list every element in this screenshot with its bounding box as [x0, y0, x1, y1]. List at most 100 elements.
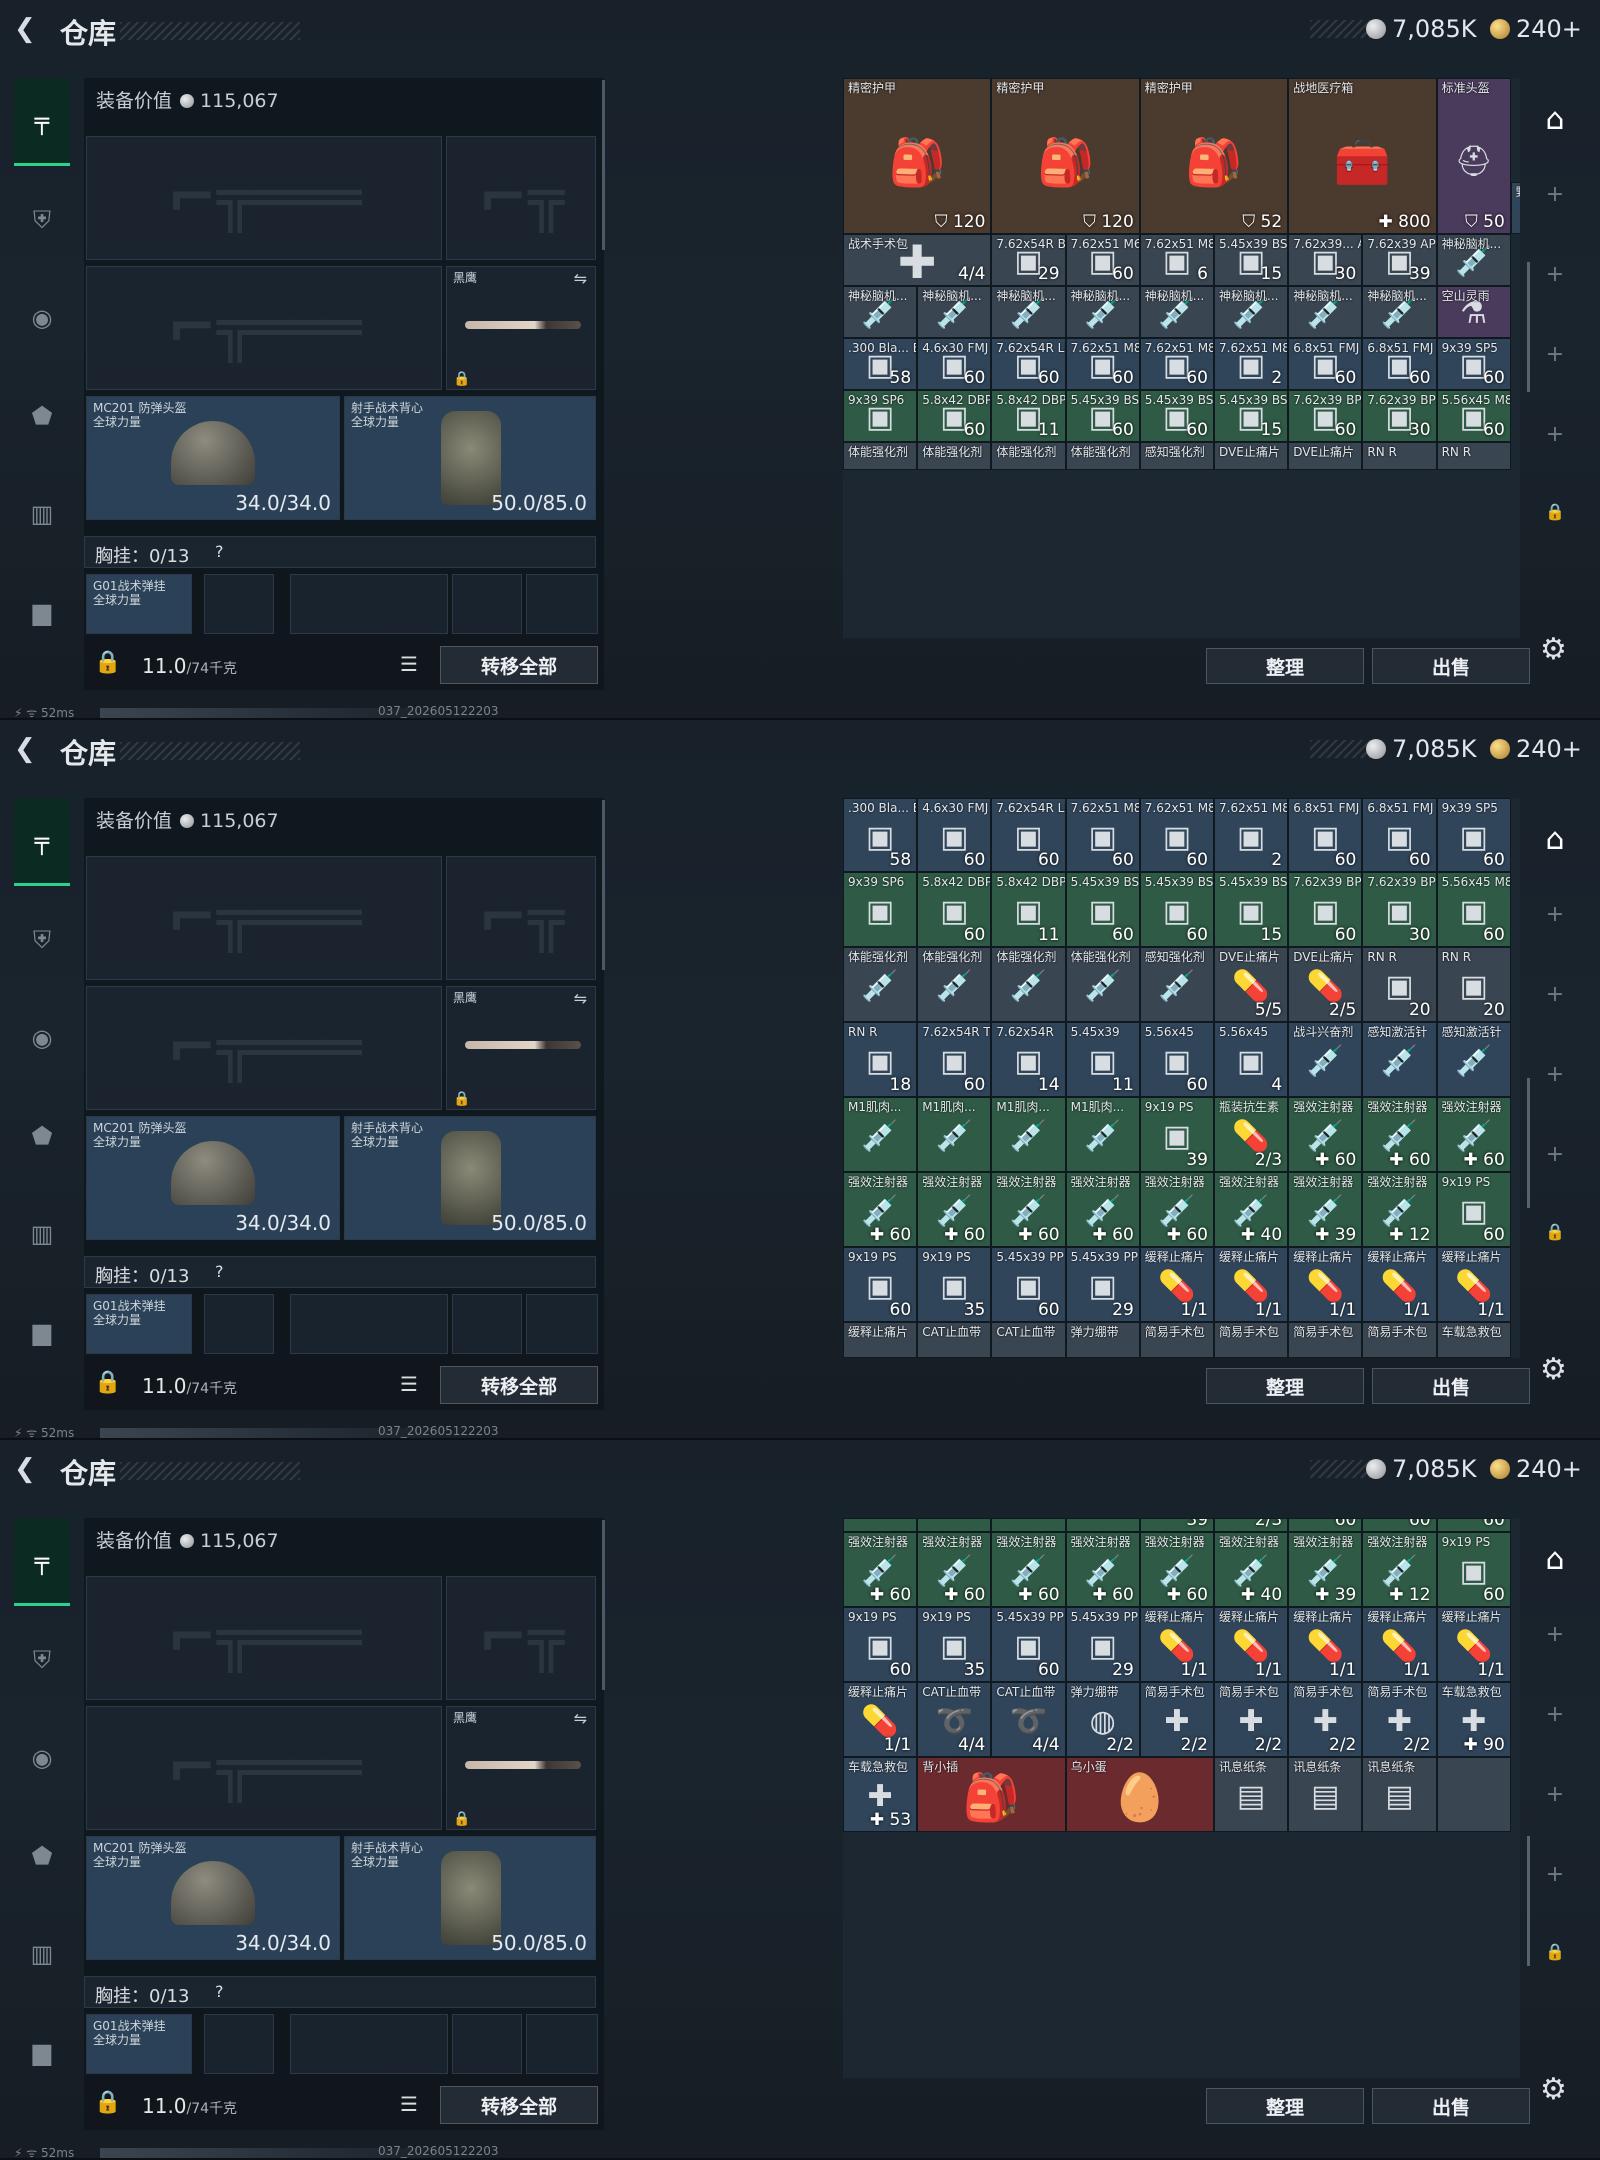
- stash-item[interactable]: 💊 缓释止痛片 1/1: [1139, 1607, 1214, 1682]
- stash-item[interactable]: ▣ 7.62x54R T 60: [917, 1022, 992, 1097]
- stash-item[interactable]: ▣ 9x39 SP6: [843, 872, 918, 947]
- stash-item[interactable]: 💉 神秘脑机...: [1436, 234, 1511, 286]
- vest-slot[interactable]: 射手战术背心 全球力量 50.0/85.0: [344, 396, 596, 520]
- stash-item[interactable]: ▣ .300 Bla... BCP SUB 58: [843, 798, 918, 872]
- rig-pocket[interactable]: [204, 1294, 274, 1354]
- backpack-nav-icon[interactable]: ◉: [14, 274, 70, 362]
- stash-item[interactable]: ▣ 9x19 PS 39: [1139, 1097, 1214, 1172]
- stash-item[interactable]: ▣ RN R 20: [1436, 947, 1511, 1022]
- rig-item-slot[interactable]: G01战术弹挂 全球力量: [86, 574, 192, 634]
- stash-item[interactable]: 💉 强效注射器 ✚ 60: [843, 1532, 918, 1607]
- stash-item[interactable]: ▣7.62x39... AP 20B30: [1288, 234, 1363, 286]
- rig-pocket[interactable]: [204, 2014, 274, 2074]
- add-tab-icon[interactable]: +: [1532, 1862, 1578, 1887]
- stash-item[interactable]: 60: [1288, 1518, 1363, 1532]
- stash-item[interactable]: 💊 缓释止痛片 1/1: [1139, 1247, 1214, 1322]
- sell-button[interactable]: 出售: [1372, 648, 1530, 684]
- stash-item[interactable]: ➰ CAT止血带 4/4: [917, 1682, 992, 1757]
- stash-item[interactable]: 💊 缓释止痛片 1/1: [843, 1682, 918, 1757]
- stash-item[interactable]: [1065, 1518, 1140, 1532]
- melee-slot[interactable]: 黑鹰 ⇋ 🔒: [446, 266, 596, 390]
- stash-item[interactable]: ▣ 6.8x51 FMJ 60: [1288, 798, 1363, 872]
- stash-item[interactable]: [917, 1518, 992, 1532]
- stash-item[interactable]: 车载急救包: [1436, 1322, 1511, 1358]
- rig-pocket[interactable]: [290, 1294, 448, 1354]
- transfer-all-button[interactable]: 转移全部: [440, 1366, 598, 1404]
- stash-item[interactable]: ▣ 5.45x39 BS 60: [1139, 872, 1214, 947]
- gold-currency[interactable]: 240+: [1490, 734, 1582, 764]
- stash-item[interactable]: 💉 神秘脑机...: [1288, 286, 1363, 338]
- stash-item[interactable]: 💉 神秘脑机...: [1065, 286, 1140, 338]
- stash-item[interactable]: CAT止血带: [991, 1322, 1066, 1358]
- stash-item[interactable]: ▣ 5.45x39 BS 60: [1065, 872, 1140, 947]
- stash-item[interactable]: 感知强化剂: [1139, 442, 1214, 470]
- stash-item[interactable]: 💉 强效注射器 ✚ 60: [917, 1172, 992, 1247]
- stash-item[interactable]: ▣ 7.62x54R LPS 60: [991, 798, 1066, 872]
- stash-item[interactable]: ▣5.8x42 DBP1011: [991, 872, 1066, 947]
- stash-item[interactable]: 💉 战斗兴奋剂: [1288, 1022, 1363, 1097]
- stash-item[interactable]: 💉 强效注射器 ✚ 60: [1139, 1172, 1214, 1247]
- stash-item[interactable]: 💉 M1肌肉...: [1065, 1097, 1140, 1172]
- stash-item[interactable]: ▣ 5.45x39 PP 29: [1065, 1247, 1140, 1322]
- back-arrow-icon[interactable]: ❮: [14, 734, 44, 764]
- settings-gear-icon[interactable]: ⚙: [1540, 2072, 1567, 2107]
- stash-item[interactable]: ▣ 5.45x39 11: [1065, 1022, 1140, 1097]
- stash-item[interactable]: 简易手术包: [1139, 1322, 1214, 1358]
- stash-item[interactable]: [991, 1518, 1066, 1532]
- weapon-nav-icon[interactable]: ╤: [14, 1518, 70, 1606]
- add-tab-icon[interactable]: +: [1532, 1702, 1578, 1727]
- stash-item[interactable]: ▣ 6.8x51 FMJ 60: [1288, 338, 1363, 390]
- stash-item[interactable]: ▣7.62x51 M802: [1214, 338, 1289, 390]
- stash-item[interactable]: 💉 强效注射器 ✚ 60: [843, 1172, 918, 1247]
- stash-item[interactable]: ▣ 6.8x51 FMJ 60: [1362, 798, 1437, 872]
- stash-item[interactable]: ▣ 7.62x54R 14: [991, 1022, 1066, 1097]
- stash-item[interactable]: 💉 神秘脑机...: [991, 286, 1066, 338]
- stash-item[interactable]: ▣ 9x19 PS 35: [917, 1247, 992, 1322]
- helmet-slot[interactable]: MC201 防弹头盔 全球力量 34.0/34.0: [86, 1116, 340, 1240]
- transfer-all-button[interactable]: 转移全部: [440, 646, 598, 684]
- stash-item[interactable]: 💉 神秘脑机...: [1362, 286, 1437, 338]
- stash-item[interactable]: 💉 强效注射器 ✚ 40: [1214, 1532, 1289, 1607]
- stash-item[interactable]: 💉 强效注射器 ✚ 60: [1288, 1097, 1363, 1172]
- add-tab-icon[interactable]: +: [1532, 342, 1578, 367]
- stash-item[interactable]: 💉 强效注射器 ✚ 60: [1436, 1097, 1511, 1172]
- stash-item[interactable]: 💊 DVE止痛片 2/5: [1288, 947, 1363, 1022]
- stash-item[interactable]: ▣5.8x42 DBP1011: [991, 390, 1066, 442]
- swap-icon[interactable]: ⇋: [574, 1709, 587, 1728]
- stash-item[interactable]: 39: [1139, 1518, 1214, 1532]
- stash-item[interactable]: ▤ 讯息纸条: [1214, 1757, 1289, 1832]
- stash-item[interactable]: ▣7.62x51 M802: [1214, 798, 1289, 872]
- stash-item[interactable]: 💉 强效注射器 ✚ 60: [1362, 1097, 1437, 1172]
- add-tab-icon[interactable]: +: [1532, 182, 1578, 207]
- stash-item[interactable]: ▣ 9x19 PS 60: [843, 1247, 918, 1322]
- chest-rig-bar[interactable]: 胸挂：0/13?: [84, 536, 596, 568]
- stash-item[interactable]: ▣ 5.8x42 DBP10 60: [917, 872, 992, 947]
- stash-item[interactable]: ▣7.62x51 M8060: [1065, 338, 1140, 390]
- gold-currency[interactable]: 240+: [1490, 14, 1582, 44]
- stash-item[interactable]: 💉 体能强化剂: [991, 947, 1066, 1022]
- stash-item[interactable]: 🥚 乌小蛋: [1065, 1757, 1214, 1832]
- stash-item[interactable]: 💉 感知强化剂: [1139, 947, 1214, 1022]
- tab-lock-icon[interactable]: 🔒: [1532, 1942, 1578, 1961]
- add-tab-icon[interactable]: +: [1532, 1142, 1578, 1167]
- tab-lock-icon[interactable]: 🔒: [1532, 1222, 1578, 1241]
- stash-item[interactable]: ▣7.62x51 M6260: [1065, 234, 1140, 286]
- stash-item[interactable]: 💉 神秘脑机...: [1139, 286, 1214, 338]
- stash-item[interactable]: ▣ 5.45x39 BS 60: [1065, 390, 1140, 442]
- rig-pocket[interactable]: [204, 574, 274, 634]
- stash-item[interactable]: 💉 强效注射器 ✚ 60: [1065, 1532, 1140, 1607]
- melee-slot[interactable]: 黑鹰 ⇋ 🔒: [446, 986, 596, 1110]
- stash-item[interactable]: DVE止痛片: [1288, 442, 1363, 470]
- rig-pocket[interactable]: [290, 574, 448, 634]
- stash-item[interactable]: ▣ 5.45x39 BS 15: [1214, 872, 1289, 947]
- stash-item[interactable]: 💉 强效注射器 ✚ 40: [1214, 1172, 1289, 1247]
- rig-item-slot[interactable]: G01战术弹挂 全球力量: [86, 2014, 192, 2074]
- stash-item[interactable]: 💉 神秘脑机...: [843, 286, 918, 338]
- stash-item[interactable]: 💉 强效注射器 ✚ 39: [1288, 1172, 1363, 1247]
- stash-item[interactable]: ✚ 车载急救包 ✚ 90: [1436, 1682, 1511, 1757]
- stash-item[interactable]: ▣ 5.45x39 PP 60: [991, 1247, 1066, 1322]
- stash-item[interactable]: 💉 强效注射器 ✚ 60: [1139, 1532, 1214, 1607]
- settings-gear-icon[interactable]: ⚙: [1540, 1352, 1567, 1387]
- left-scrollbar[interactable]: [602, 800, 605, 970]
- stash-item[interactable]: ✚ 车载急救包 ✚ 53: [843, 1757, 918, 1832]
